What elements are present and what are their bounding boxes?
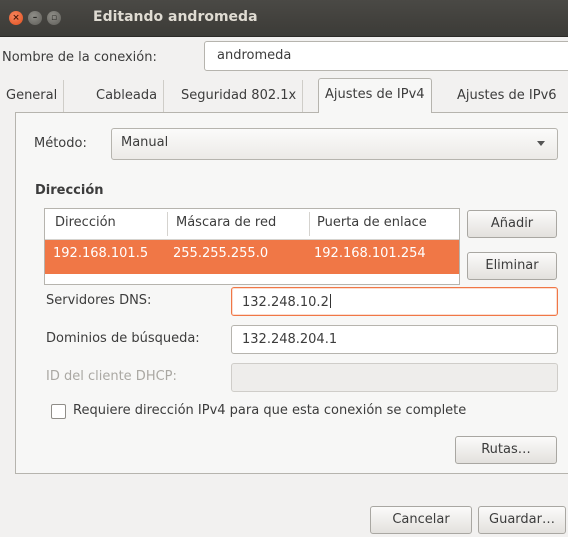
dhcp-client-id-input (231, 363, 558, 392)
column-header-address[interactable]: Dirección (55, 215, 116, 230)
title-bar: × – ▫ Editando andromeda (0, 0, 568, 37)
close-icon: × (12, 13, 20, 23)
table-row[interactable]: 192.168.101.5 255.255.255.0 192.168.101.… (45, 240, 459, 274)
dns-servers-input[interactable]: 132.248.10.2 (231, 287, 558, 316)
routes-button[interactable]: Rutas… (455, 436, 557, 464)
address-table[interactable]: Dirección Máscara de red Puerta de enlac… (44, 208, 460, 285)
cell-gateway[interactable]: 192.168.101.254 (314, 246, 426, 261)
save-button[interactable]: Guardar… (478, 506, 566, 534)
search-domains-label: Dominios de búsqueda: (46, 331, 200, 346)
search-domains-input[interactable]: 132.248.204.1 (231, 325, 558, 354)
chevron-down-icon (537, 141, 545, 146)
column-header-netmask[interactable]: Máscara de red (176, 215, 276, 230)
dhcp-client-id-label: ID del cliente DHCP: (46, 369, 177, 384)
minimize-icon: – (32, 13, 38, 23)
require-ipv4-checkbox[interactable] (51, 404, 66, 419)
column-divider (167, 212, 168, 236)
connection-name-input[interactable]: andromeda (204, 41, 568, 71)
column-divider (309, 212, 310, 236)
tab-general[interactable]: General (0, 80, 65, 112)
cell-address[interactable]: 192.168.101.5 (53, 246, 148, 261)
minimize-window-button[interactable]: – (28, 11, 42, 25)
tab-wired[interactable]: Cableada (90, 80, 165, 112)
tab-security-8021x[interactable]: Seguridad 802.1x (175, 80, 304, 112)
address-section-title: Dirección (35, 183, 104, 198)
address-table-header: Dirección Máscara de red Puerta de enlac… (45, 209, 459, 240)
tab-bar: General Cableada Seguridad 802.1x Ajuste… (0, 78, 568, 113)
cancel-button[interactable]: Cancelar (370, 506, 472, 534)
maximize-window-button[interactable]: ▫ (47, 11, 61, 25)
require-ipv4-label[interactable]: Requiere dirección IPv4 para que esta co… (73, 403, 466, 418)
connection-name-label: Nombre de la conexión: (2, 50, 157, 65)
method-value: Manual (121, 135, 169, 150)
method-combobox[interactable]: Manual (111, 128, 558, 160)
dns-label: Servidores DNS: (46, 293, 152, 308)
cell-netmask[interactable]: 255.255.255.0 (173, 246, 268, 261)
column-header-gateway[interactable]: Puerta de enlace (317, 215, 427, 230)
dns-servers-value: 132.248.10.2 (242, 295, 329, 310)
tab-ipv6-settings[interactable]: Ajustes de IPv6 (451, 80, 563, 112)
tab-ipv4-settings[interactable]: Ajustes de IPv4 (318, 78, 432, 113)
delete-address-button[interactable]: Eliminar (467, 252, 557, 280)
method-label: Método: (34, 136, 87, 151)
add-address-button[interactable]: Añadir (467, 210, 557, 238)
window-title: Editando andromeda (93, 9, 258, 25)
text-caret (329, 294, 331, 308)
close-window-button[interactable]: × (9, 11, 23, 25)
maximize-icon: ▫ (50, 13, 58, 23)
